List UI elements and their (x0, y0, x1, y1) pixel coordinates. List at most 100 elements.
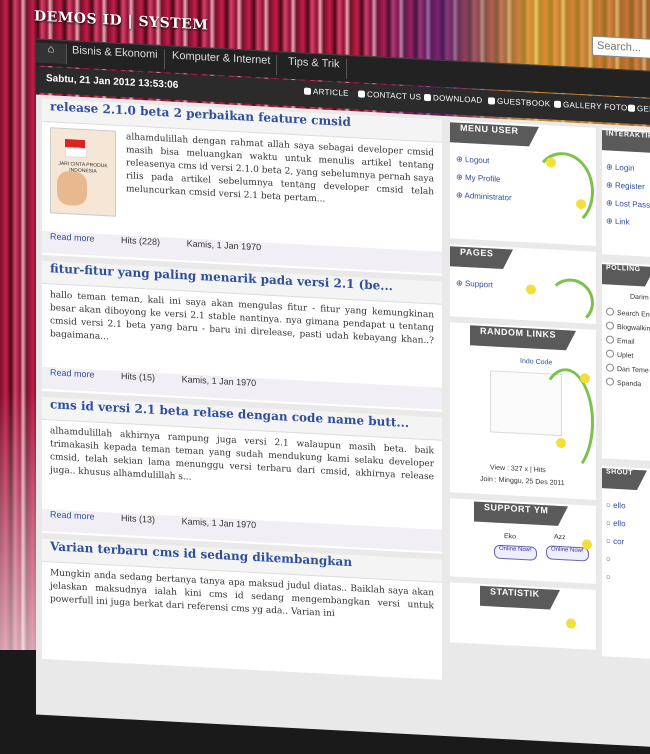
tilted-page: DEMOS ID | SYSTEM ⌂ Bisnis & Ekonomi Kom… (26, 0, 650, 754)
flower-decoration (582, 539, 592, 550)
read-more-link[interactable]: Read more (50, 509, 95, 521)
pages-list: ⊕ Support (456, 275, 493, 295)
tab-bisnis-ekonomi[interactable]: Bisnis & Ekonomi (66, 44, 165, 70)
link-contact[interactable]: CONTACT US (358, 89, 421, 102)
read-more-link[interactable]: Read more (50, 367, 95, 379)
swirl-decoration (532, 150, 594, 230)
link-gene[interactable]: GENE (628, 104, 650, 114)
link-guestbook[interactable]: GUESTBOOK (488, 96, 550, 108)
interaktif-box: INTERAKTIF ⊕ Login ⊕ Register ⊕ Lost Pas… (602, 128, 650, 258)
link-download-label: DOWNLOAD (433, 93, 483, 105)
search-input[interactable] (592, 35, 650, 60)
shout-item: ○ ello (606, 500, 626, 511)
flag-white (65, 147, 87, 159)
menu-user-title: MENU USER (450, 122, 529, 147)
flower-decoration (546, 157, 556, 168)
random-links-title: RANDOM LINKS (470, 325, 566, 351)
flower-decoration (566, 618, 576, 629)
interaktif-register-label: Register (614, 180, 645, 192)
post-item: Varian terbaru cms id sedang dikembangka… (42, 538, 442, 680)
interaktif-list: ⊕ Login ⊕ Register ⊕ Lost Password ⊕ Lin… (606, 158, 650, 233)
current-datetime: Sabtu, 21 Jan 2012 13:53:06 (46, 73, 179, 91)
support-ym-box: SUPPORT YM Eko Azz Online Now! Online No… (450, 498, 596, 584)
pages-box: PAGES ⊕ Support (450, 244, 596, 324)
link-guestbook-label: GUESTBOOK (497, 96, 551, 109)
poll-option-label: Dari Teme (617, 365, 649, 375)
shout-text: ello (613, 500, 626, 511)
menu-user-box: MENU USER ⊕ Logout ⊕ My Profile ⊕ Admini… (450, 120, 596, 246)
pages-title: PAGES (450, 246, 504, 270)
menu-item-administrator-label: Administrator (464, 190, 512, 203)
radio-icon (606, 321, 614, 330)
download-icon (424, 93, 431, 102)
statistik-box: STATISTIK (450, 582, 596, 650)
post-item: release 2.1.0 beta 2 perbaikan feature c… (42, 98, 442, 276)
radio-icon (606, 349, 614, 358)
link-article-label: ARTICLE (313, 87, 349, 98)
poll-option[interactable]: Spanda (606, 376, 650, 393)
shoutbox-box: SHOUT ○ ello ○ ello ○ cor ○ ○ (602, 466, 650, 660)
hits-count: Hits (15) (121, 370, 156, 383)
link-download[interactable]: DOWNLOAD (424, 93, 483, 105)
tab-tips-trik[interactable]: Tips & Trik (282, 55, 347, 79)
interaktif-link[interactable]: ⊕ Link (606, 212, 650, 233)
hits-count: Hits (228) (121, 234, 161, 248)
poll-option-label: Uplet (617, 351, 634, 360)
site-title: DEMOS ID | SYSTEM (34, 8, 209, 34)
shout-item: ○ cor (606, 536, 625, 547)
post-excerpt: JARI CINTA PRODUK INDONESIA alhamdulilla… (42, 127, 442, 238)
hits-count: Hits (13) (121, 512, 156, 525)
post-date: Kamis, 1 Jan 1970 (181, 516, 257, 531)
guestbook-icon (488, 97, 495, 105)
article-icon (304, 87, 311, 95)
post-item: fitur-fitur yang paling menarik pada ver… (42, 260, 442, 412)
ym-status-button-1[interactable]: Online Now! (494, 544, 537, 561)
menu-item-profile-label: My Profile (464, 173, 501, 184)
page-item-support-label: Support (464, 279, 493, 290)
polling-options: Search Engi Blogwalkin Email Uplet Dari … (606, 306, 650, 393)
post-date: Kamis, 1 Jan 1970 (186, 238, 262, 253)
random-links-box: RANDOM LINKS Indo Code View : 327 x | Hi… (450, 322, 596, 500)
ym-name-2: Azz (554, 533, 566, 542)
flower-decoration (526, 284, 536, 295)
shout-item: ○ ello (606, 518, 626, 529)
shout-text: cor (613, 536, 625, 547)
post-thumbnail: JARI CINTA PRODUK INDONESIA (50, 127, 116, 217)
polling-title: POLLING (602, 264, 645, 287)
radio-icon (606, 377, 614, 386)
menu-item-logout-label: Logout (464, 155, 490, 166)
interaktif-title: INTERAKTIF (602, 130, 650, 154)
flower-decoration (580, 373, 590, 384)
radio-icon (606, 307, 614, 316)
poll-option-label: Email (617, 337, 635, 346)
page-item-support[interactable]: ⊕ Support (456, 275, 493, 295)
link-gallery[interactable]: GALLERY FOTO (554, 100, 628, 113)
shoutbox-title: SHOUT (602, 468, 637, 491)
menu-item-administrator[interactable]: ⊕ Administrator (456, 187, 512, 208)
radio-icon (606, 363, 614, 372)
interaktif-lost-password-label: Lost Password (614, 198, 650, 211)
swirl-decoration (548, 277, 594, 324)
shout-item: ○ (606, 572, 611, 582)
tab-home[interactable]: ⌂ (36, 42, 67, 65)
polling-question: Darim (630, 293, 649, 302)
statistik-title: STATISTIK (480, 585, 550, 610)
interaktif-login-label: Login (614, 162, 635, 173)
random-link[interactable]: Indo Code (520, 358, 552, 367)
sidebar-right: INTERAKTIF ⊕ Login ⊕ Register ⊕ Lost Pas… (602, 124, 650, 660)
poll-option-label: Spanda (617, 379, 642, 389)
flower-decoration (576, 198, 586, 210)
post-item: cms id versi 2.1 beta relase dengan code… (42, 396, 442, 554)
home-icon: ⌂ (47, 43, 55, 56)
support-ym-title: SUPPORT YM (474, 501, 559, 526)
tab-komputer-internet[interactable]: Komputer & Internet (166, 49, 278, 76)
read-more-link[interactable]: Read more (50, 231, 95, 243)
ym-status-button-2[interactable]: Online Now! (546, 545, 589, 562)
main-area: release 2.1.0 beta 2 perbaikan feature c… (36, 94, 650, 747)
gallery-icon (554, 100, 561, 109)
link-article[interactable]: ARTICLE (304, 87, 349, 98)
shoutbox-list: ○ ello ○ ello ○ cor ○ ○ (606, 496, 626, 587)
shout-text: ello (613, 518, 626, 529)
poll-option-label: Blogwalkin (617, 323, 650, 333)
poll-option-label: Search Engi (617, 309, 650, 319)
